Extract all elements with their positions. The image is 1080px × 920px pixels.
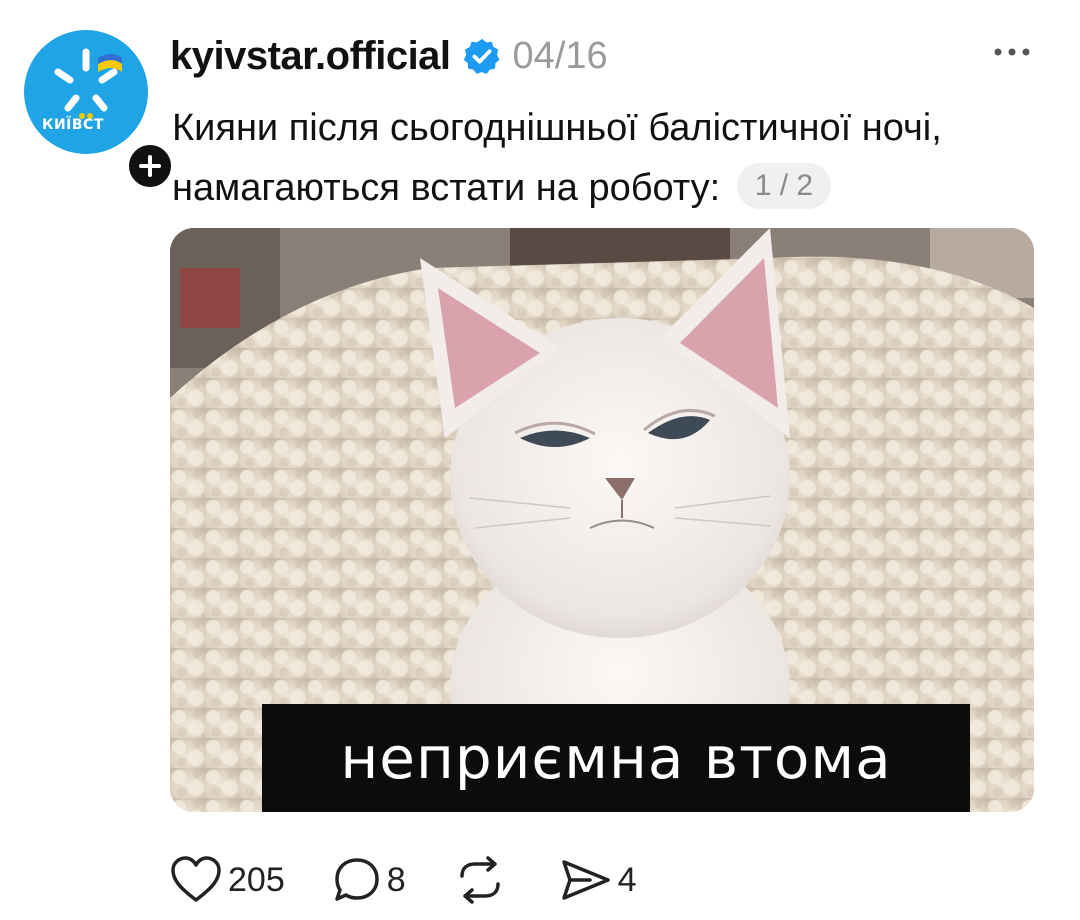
caption-line-1: Кияни після сьогоднішньої балістичної но… xyxy=(172,107,942,149)
repost-button[interactable] xyxy=(454,856,512,904)
avatar[interactable]: КИЇВСТ xyxy=(24,30,148,154)
post-actions: 205 8 4 xyxy=(170,850,685,910)
comment-icon xyxy=(334,858,379,901)
like-count: 205 xyxy=(228,860,285,899)
avatar-container[interactable]: КИЇВСТ xyxy=(24,30,176,192)
more-options-icon[interactable] xyxy=(992,40,1032,64)
post-image[interactable]: неприємна втома xyxy=(170,228,1034,812)
reply-count: 8 xyxy=(386,860,406,899)
verified-badge-icon xyxy=(463,38,500,75)
reply-button[interactable]: 8 xyxy=(333,856,406,904)
share-count: 4 xyxy=(617,860,637,899)
repost-icon xyxy=(459,856,500,904)
heart-icon xyxy=(171,856,221,902)
post-date: 04/16 xyxy=(512,34,608,77)
follow-button[interactable] xyxy=(124,140,176,192)
caption-line-2-text: намагаються встати на роботу: xyxy=(172,167,721,209)
carousel-indicator: 1 / 2 xyxy=(736,162,832,209)
caption-line-2: намагаються встати на роботу: 1 / 2 xyxy=(172,158,1052,218)
share-button[interactable]: 4 xyxy=(560,858,637,902)
plus-icon xyxy=(139,155,161,177)
post: КИЇВСТ kyivstar.official 04/16 Кияни піс… xyxy=(0,0,1080,920)
like-button[interactable]: 205 xyxy=(170,856,285,904)
post-header: kyivstar.official 04/16 xyxy=(170,30,608,82)
username-link[interactable]: kyivstar.official xyxy=(170,34,451,79)
kyivstar-logo-icon xyxy=(54,48,122,119)
post-caption: Кияни після сьогоднішньої балістичної но… xyxy=(172,98,1052,218)
meme-caption-box: неприємна втома xyxy=(262,704,970,812)
avatar-brand-text: КИЇВСТ xyxy=(42,117,104,133)
send-icon xyxy=(561,860,610,900)
meme-caption: неприємна втома xyxy=(340,724,892,792)
